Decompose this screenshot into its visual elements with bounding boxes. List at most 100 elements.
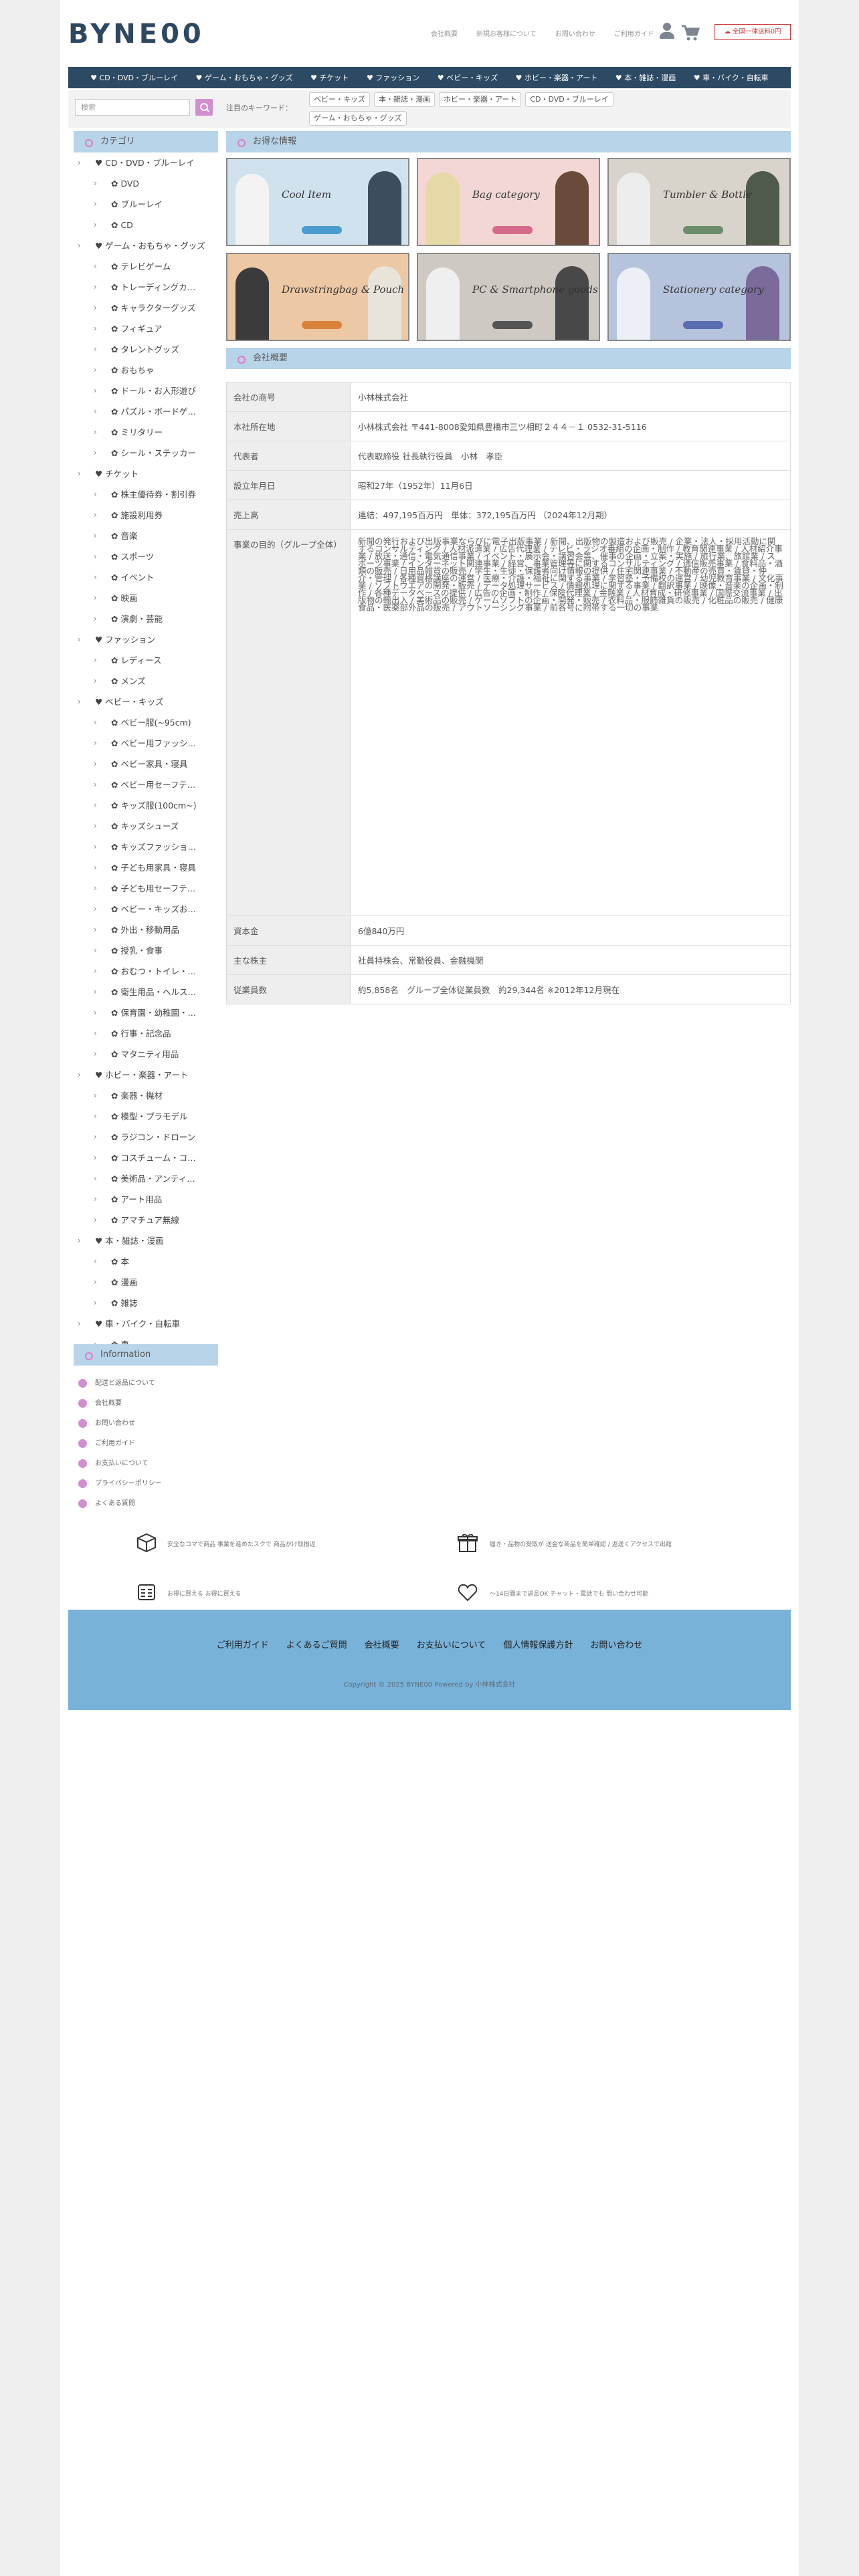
subcategory-item[interactable]: › ✿ ベビー・キッズお… bbox=[74, 899, 218, 920]
nav-item-car[interactable]: ♥ 車・バイク・自転車 bbox=[694, 72, 769, 83]
subcategory-item[interactable]: › ✿ タレントグッズ bbox=[74, 339, 218, 360]
subcategory-item[interactable]: › ✿ 行事・記念品 bbox=[74, 1023, 218, 1044]
nav-item-hobby[interactable]: ♥ ホビー・楽器・アート bbox=[516, 72, 598, 83]
user-icon[interactable] bbox=[659, 23, 674, 41]
banner-cool-item[interactable]: Cool Item bbox=[226, 158, 409, 246]
subcategory-item[interactable]: › ✿ アート用品 bbox=[74, 1189, 218, 1210]
banner-drawstringbag-pouch[interactable]: Drawstringbag & Pouch bbox=[226, 253, 409, 341]
subcategory-item[interactable]: › ✿ マタニティ用品 bbox=[74, 1044, 218, 1065]
subcategory-item[interactable]: › ✿ おもちゃ bbox=[74, 360, 218, 381]
info-link[interactable]: お問い合わせ bbox=[74, 1414, 218, 1434]
subcategory-item[interactable]: › ✿ ベビー家具・寝具 bbox=[74, 754, 218, 774]
subcategory-item[interactable]: › ✿ 子ども用セーフテ… bbox=[74, 878, 218, 899]
category-item[interactable]: › ♥ ベビー・キッズ bbox=[74, 691, 218, 712]
subcategory-item[interactable]: › ✿ フィギュア bbox=[74, 318, 218, 339]
subcategory-item[interactable]: › ✿ 楽器・機材 bbox=[74, 1085, 218, 1106]
subcategory-item[interactable]: › ✿ パズル・ボードゲ… bbox=[74, 401, 218, 422]
category-item[interactable]: › ♥ 本・雑誌・漫画 bbox=[74, 1230, 218, 1251]
subcategory-item[interactable]: › ✿ イベント bbox=[74, 567, 218, 588]
banner-pc-smartphone[interactable]: PC & Smartphone goods bbox=[417, 253, 600, 341]
footer-link-contact[interactable]: お問い合わせ bbox=[590, 1638, 642, 1650]
subcategory-item[interactable]: › ✿ 保育園・幼稚園・… bbox=[74, 1002, 218, 1023]
logo[interactable]: BYNE00 bbox=[68, 19, 205, 49]
subcategory-item[interactable]: › ✿ 音楽 bbox=[74, 526, 218, 546]
subcategory-item[interactable]: › ✿ 雑誌 bbox=[74, 1293, 218, 1313]
subcategory-item[interactable]: › ✿ ブルーレイ bbox=[74, 194, 218, 215]
subcategory-item[interactable]: › ✿ レディース bbox=[74, 650, 218, 671]
header-link-new[interactable]: 新規お客様について bbox=[476, 28, 537, 38]
subcategory-item[interactable]: › ✿ 衛生用品・ヘルス… bbox=[74, 982, 218, 1002]
header-link-contact[interactable]: お問い合わせ bbox=[555, 28, 595, 38]
subcategory-item[interactable]: › ✿ キッズファッショ… bbox=[74, 837, 218, 857]
subcategory-item[interactable]: › ✿ コスチューム・コ… bbox=[74, 1148, 218, 1168]
header-link-company[interactable]: 会社概要 bbox=[431, 28, 458, 38]
subcategory-item[interactable]: › ✿ 演劇・芸能 bbox=[74, 609, 218, 629]
info-link[interactable]: プライバシーポリシー bbox=[74, 1474, 218, 1494]
subcategory-item[interactable]: › ✿ 模型・プラモデル bbox=[74, 1106, 218, 1127]
subcategory-item[interactable]: › ✿ 映画 bbox=[74, 588, 218, 609]
subcategory-item[interactable]: › ✿ 授乳・食事 bbox=[74, 940, 218, 961]
category-item[interactable]: › ♥ ホビー・楽器・アート bbox=[74, 1065, 218, 1085]
subcategory-item[interactable]: › ✿ スポーツ bbox=[74, 546, 218, 567]
keyword-tag[interactable]: ホビー・楽器・アート bbox=[439, 92, 522, 107]
info-link[interactable]: 会社概要 bbox=[74, 1394, 218, 1414]
footer-link-payment[interactable]: お支払いについて bbox=[417, 1638, 486, 1650]
nav-item-ticket[interactable]: ♥ チケット bbox=[310, 72, 349, 83]
banner-stationery[interactable]: Stationery category bbox=[607, 253, 791, 341]
subcategory-item[interactable]: › ✿ 本 bbox=[74, 1251, 218, 1272]
subcategory-item[interactable]: › ✿ CD bbox=[74, 215, 218, 235]
free-shipping-button[interactable]: ☁ 全国一律送料0円 bbox=[714, 24, 791, 40]
subcategory-item[interactable]: › ✿ 漫画 bbox=[74, 1272, 218, 1293]
subcategory-item[interactable]: › ✿ ベビー用ファッシ… bbox=[74, 733, 218, 754]
subcategory-item[interactable]: › ✿ ミリタリー bbox=[74, 422, 218, 443]
header-link-guide[interactable]: ご利用ガイド bbox=[614, 28, 654, 38]
subcategory-item[interactable]: › ✿ DVD bbox=[74, 173, 218, 194]
info-link[interactable]: ご利用ガイド bbox=[74, 1434, 218, 1454]
footer-link-privacy[interactable]: 個人情報保護方針 bbox=[503, 1638, 573, 1650]
keyword-tag[interactable]: 本・雑誌・漫画 bbox=[374, 92, 435, 107]
search-input[interactable]: 検索 bbox=[75, 99, 190, 116]
subcategory-item[interactable]: › ✿ 美術品・アンティ… bbox=[74, 1168, 218, 1189]
subcategory-item[interactable]: › ✿ キッズ服(100cm~) bbox=[74, 795, 218, 816]
category-item[interactable]: › ♥ ゲーム・おもちゃ・グッズ bbox=[74, 235, 218, 256]
subcategory-item[interactable]: › ✿ 株主優待券・割引券 bbox=[74, 484, 218, 505]
info-link[interactable]: よくある質問 bbox=[74, 1494, 218, 1514]
category-item[interactable]: › ♥ CD・DVD・ブルーレイ bbox=[74, 152, 218, 173]
subcategory-item[interactable]: › ✿ キャラクターグッズ bbox=[74, 298, 218, 318]
subcategory-item[interactable]: › ✿ シール・ステッカー bbox=[74, 443, 218, 463]
keyword-tag[interactable]: CD・DVD・ブルーレイ bbox=[525, 92, 613, 107]
category-item[interactable]: › ♥ ファッション bbox=[74, 629, 218, 650]
subcategory-item[interactable]: › ✿ キッズシューズ bbox=[74, 816, 218, 837]
nav-item-cd[interactable]: ♥ CD・DVD・ブルーレイ bbox=[90, 72, 178, 83]
category-item[interactable]: › ♥ 車・バイク・自転車 bbox=[74, 1313, 218, 1334]
subcategory-item[interactable]: › ✿ アマチュア無線 bbox=[74, 1210, 218, 1230]
subcategory-item[interactable]: › ✿ 施設利用券 bbox=[74, 505, 218, 526]
subcategory-item[interactable]: › ✿ 子ども用家具・寝具 bbox=[74, 857, 218, 878]
subcategory-item[interactable]: › ✿ メンズ bbox=[74, 671, 218, 691]
subcategory-item[interactable]: › ✿ ドール・お人形遊び bbox=[74, 381, 218, 401]
subcategory-item[interactable]: › ✿ トレーディングカ… bbox=[74, 277, 218, 298]
nav-item-fashion[interactable]: ♥ ファッション bbox=[367, 72, 419, 83]
keyword-tag[interactable]: ゲーム・おもちゃ・グッズ bbox=[309, 111, 407, 126]
info-link[interactable]: 配送と返品について bbox=[74, 1374, 218, 1394]
search-button[interactable] bbox=[195, 99, 213, 116]
subcategory-item[interactable]: › ✿ ベビー用セーフテ… bbox=[74, 774, 218, 795]
banner-tumbler-bottle[interactable]: Tumbler & Bottle bbox=[607, 158, 791, 246]
nav-item-game[interactable]: ♥ ゲーム・おもちゃ・グッズ bbox=[196, 72, 293, 83]
subcategory-item[interactable]: › ✿ 外出・移動用品 bbox=[74, 920, 218, 940]
keyword-tag[interactable]: ベビー・キッズ bbox=[309, 92, 370, 107]
subcategory-item[interactable]: › ✿ ベビー服(~95cm) bbox=[74, 712, 218, 733]
subcategory-item[interactable]: › ✿ ラジコン・ドローン bbox=[74, 1127, 218, 1148]
subcategory-item[interactable]: › ✿ おむつ・トイレ・… bbox=[74, 961, 218, 982]
info-link[interactable]: お支払いについて bbox=[74, 1454, 218, 1474]
footer-link-guide[interactable]: ご利用ガイド bbox=[217, 1638, 269, 1650]
category-item[interactable]: › ♥ チケット bbox=[74, 463, 218, 484]
nav-item-baby[interactable]: ♥ ベビー・キッズ bbox=[438, 72, 498, 83]
category-label: ✿ DVD bbox=[111, 179, 140, 189]
footer-link-faq[interactable]: よくあるご質問 bbox=[286, 1638, 347, 1650]
subcategory-item[interactable]: › ✿ テレビゲーム bbox=[74, 256, 218, 277]
footer-link-company[interactable]: 会社概要 bbox=[365, 1638, 399, 1650]
cart-icon[interactable] bbox=[681, 24, 700, 41]
nav-item-books[interactable]: ♥ 本・雑誌・漫画 bbox=[615, 72, 676, 83]
banner-bag-category[interactable]: Bag category bbox=[417, 158, 600, 246]
